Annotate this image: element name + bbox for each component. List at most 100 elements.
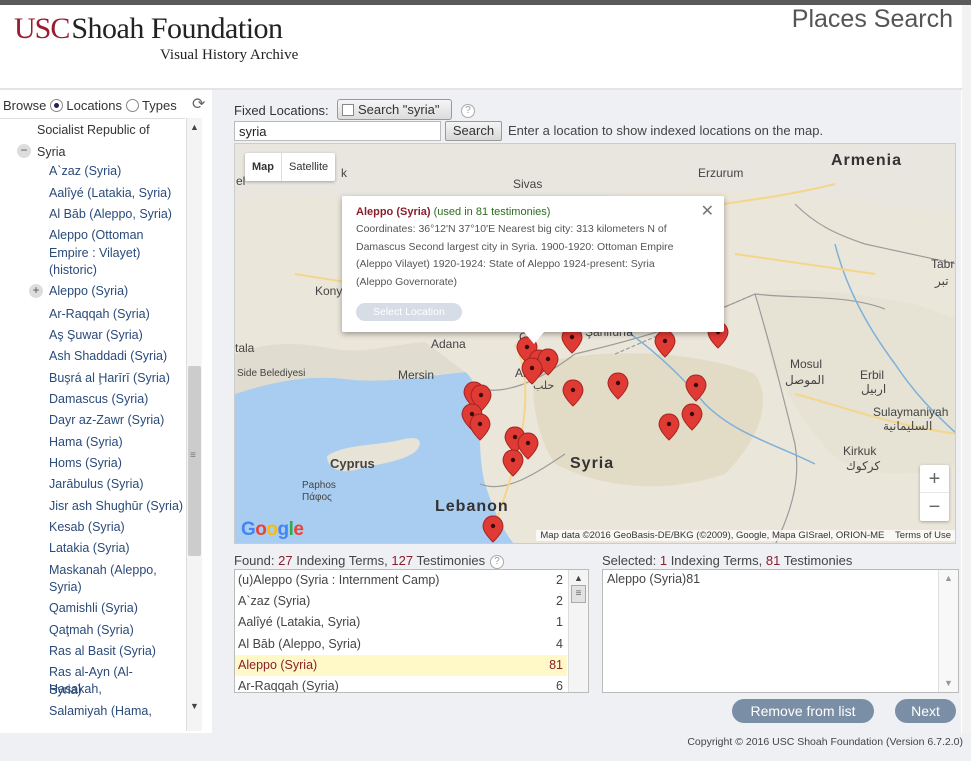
found-terms-count: 27	[278, 553, 293, 568]
zoom-out-button[interactable]: −	[920, 493, 949, 521]
item-count: 2	[556, 573, 563, 587]
browse-label: Browse	[3, 97, 47, 113]
scroll-thumb[interactable]: ≡	[188, 366, 201, 556]
tree-item[interactable]: Maskanah (Aleppo,	[49, 562, 157, 579]
usc-shoah-logo[interactable]: USCShoah Foundation Visual History Archi…	[14, 12, 298, 63]
types-radio[interactable]	[126, 98, 140, 112]
google-logo[interactable]: Google	[241, 519, 304, 541]
next-button[interactable]: Next	[895, 699, 956, 723]
types-label[interactable]: Types	[142, 98, 177, 113]
expand-icon[interactable]: +	[29, 284, 43, 298]
selected-item[interactable]: Aleppo (Syria)81	[607, 572, 700, 586]
tree-item[interactable]: Ar-Raqqah (Syria)	[49, 306, 150, 323]
selected-terms-label: Indexing Terms,	[670, 553, 763, 568]
page-title: Places Search	[791, 5, 953, 33]
tree-item[interactable]: A`zaz (Syria)	[49, 163, 121, 180]
google-map[interactable]: Map Satellite Armenia Sivas Erzurum el k…	[234, 143, 956, 544]
map-attribution: Map data ©2016 GeoBasis-DE/BKG (©2009), …	[536, 530, 955, 541]
tree-item[interactable]: Hama (Syria)	[49, 434, 123, 451]
scroll-down-icon[interactable]: ▼	[190, 701, 199, 711]
location-marker	[681, 403, 703, 431]
scroll-up-icon[interactable]: ▲	[574, 573, 583, 583]
tree-item[interactable]: Qamishli (Syria)	[49, 600, 138, 617]
help-icon[interactable]: ?	[490, 555, 504, 569]
search-syria-checkbox[interactable]	[342, 103, 354, 116]
search-syria-label: Search "syria"	[358, 102, 440, 117]
terms-of-use-link[interactable]: Terms of Use	[895, 530, 951, 541]
location-tree: Socialist Republic of − Syria A`zaz (Syr…	[0, 118, 185, 731]
selected-scrollbar[interactable]: ▲ ▼	[938, 570, 958, 692]
tree-item[interactable]: (historic)	[49, 262, 97, 279]
tree-item[interactable]: Buşrá al Ḩarīrī (Syria)	[49, 370, 170, 387]
item-count: 1	[556, 615, 563, 629]
tree-item[interactable]: Dayr az-Zawr (Syria)	[49, 412, 164, 429]
location-info-window: ✕ Aleppo (Syria) (used in 81 testimonies…	[342, 196, 724, 344]
location-search-input[interactable]	[234, 121, 441, 141]
logo-usc-text: USC	[14, 12, 70, 45]
search-button[interactable]: Search	[445, 121, 502, 141]
list-item-selected[interactable]: Aleppo (Syria) 81	[235, 655, 567, 676]
tree-item[interactable]: Kesab (Syria)	[49, 519, 125, 536]
refresh-icon[interactable]: ⟳	[192, 94, 205, 114]
scroll-up-icon[interactable]: ▲	[944, 573, 953, 583]
help-icon[interactable]: ?	[461, 104, 475, 118]
item-count: 4	[556, 637, 563, 651]
info-description: Coordinates: 36°12'N 37°10'E Nearest big…	[356, 223, 674, 288]
browse-mode-bar: Browse Locations Types	[3, 95, 177, 115]
tree-item[interactable]: Al Bāb (Aleppo, Syria)	[49, 206, 172, 223]
info-location-name: Aleppo (Syria)	[356, 206, 431, 218]
remove-from-list-button[interactable]: Remove from list	[732, 699, 874, 723]
tree-item[interactable]: Aleppo (Syria)	[49, 283, 128, 300]
tree-item[interactable]: Syria)	[49, 579, 82, 596]
tree-item[interactable]: Damascus (Syria)	[49, 391, 148, 408]
close-icon[interactable]: ✕	[701, 201, 714, 221]
tree-item[interactable]: Jisr ash Shughūr (Syria)	[49, 498, 183, 515]
tree-item[interactable]: Ras al Basit (Syria)	[49, 643, 156, 660]
tree-item[interactable]: Aleppo (Ottoman	[49, 227, 144, 244]
tree-item[interactable]: Homs (Syria)	[49, 455, 122, 472]
tree-item[interactable]: Jarābulus (Syria)	[49, 476, 143, 493]
item-name: (u)Aleppo (Syria : Internment Camp)	[238, 573, 440, 587]
locations-label[interactable]: Locations	[66, 98, 122, 113]
tree-item[interactable]: Aalîyé (Latakia, Syria)	[49, 185, 171, 202]
location-browser: Browse Locations Types ⟳ Socialist Repub…	[0, 90, 210, 733]
scroll-down-icon[interactable]: ▼	[944, 678, 953, 688]
list-item[interactable]: Ar-Raqqah (Syria) 6	[235, 676, 567, 693]
locations-radio[interactable]	[50, 98, 64, 112]
tree-item[interactable]: Qaţmah (Syria)	[49, 622, 134, 639]
tree-item[interactable]: Socialist Republic of	[37, 122, 150, 139]
scroll-up-icon[interactable]: ▲	[190, 122, 199, 132]
copyright: Copyright © 2016 USC Shoah Foundation (V…	[687, 736, 963, 748]
zoom-control: + −	[920, 465, 949, 521]
list-item[interactable]: Al Bāb (Aleppo, Syria) 4	[235, 634, 567, 655]
item-name: A`zaz (Syria)	[238, 594, 311, 608]
tree-item[interactable]: Salamiyah (Hama,	[49, 703, 152, 720]
location-marker	[502, 449, 524, 477]
list-item[interactable]: A`zaz (Syria) 2	[235, 591, 567, 612]
zoom-in-button[interactable]: +	[920, 465, 949, 493]
location-marker	[654, 330, 676, 358]
scroll-thumb[interactable]: ≡	[571, 585, 586, 603]
tree-item[interactable]: Latakia (Syria)	[49, 540, 130, 557]
collapse-icon[interactable]: −	[17, 144, 31, 158]
page-scrollbar[interactable]	[962, 5, 971, 733]
tree-item[interactable]: Aş Şuwar (Syria)	[49, 327, 143, 344]
tree-item[interactable]: Ash Shaddadi (Syria)	[49, 348, 167, 365]
search-syria-toggle[interactable]: Search "syria"	[337, 99, 452, 120]
tree-item-syria[interactable]: Syria	[37, 144, 65, 161]
found-list: (u)Aleppo (Syria : Internment Camp) 2 A`z…	[234, 569, 589, 693]
found-scrollbar[interactable]: ▲ ≡	[568, 570, 588, 692]
list-item[interactable]: Aalîyé (Latakia, Syria) 1	[235, 612, 567, 633]
item-name: Ar-Raqqah (Syria)	[238, 679, 339, 693]
found-testimonies-count: 127	[391, 553, 414, 568]
select-location-button[interactable]: Select Location	[356, 303, 462, 321]
tree-item[interactable]: Empire : Vilayet)	[49, 245, 140, 262]
logo-subtitle: Visual History Archive	[160, 47, 299, 63]
item-count: 81	[549, 658, 563, 672]
selected-label: Selected:	[602, 553, 657, 568]
list-item[interactable]: (u)Aleppo (Syria : Internment Camp) 2	[235, 570, 567, 591]
tree-scrollbar[interactable]: ▲ ≡ ▼	[186, 118, 202, 731]
search-hint: Enter a location to show indexed locatio…	[508, 123, 824, 138]
tree-item[interactable]: Syria)	[49, 682, 82, 699]
logo-shoah-text: Shoah Foundation	[71, 12, 283, 45]
